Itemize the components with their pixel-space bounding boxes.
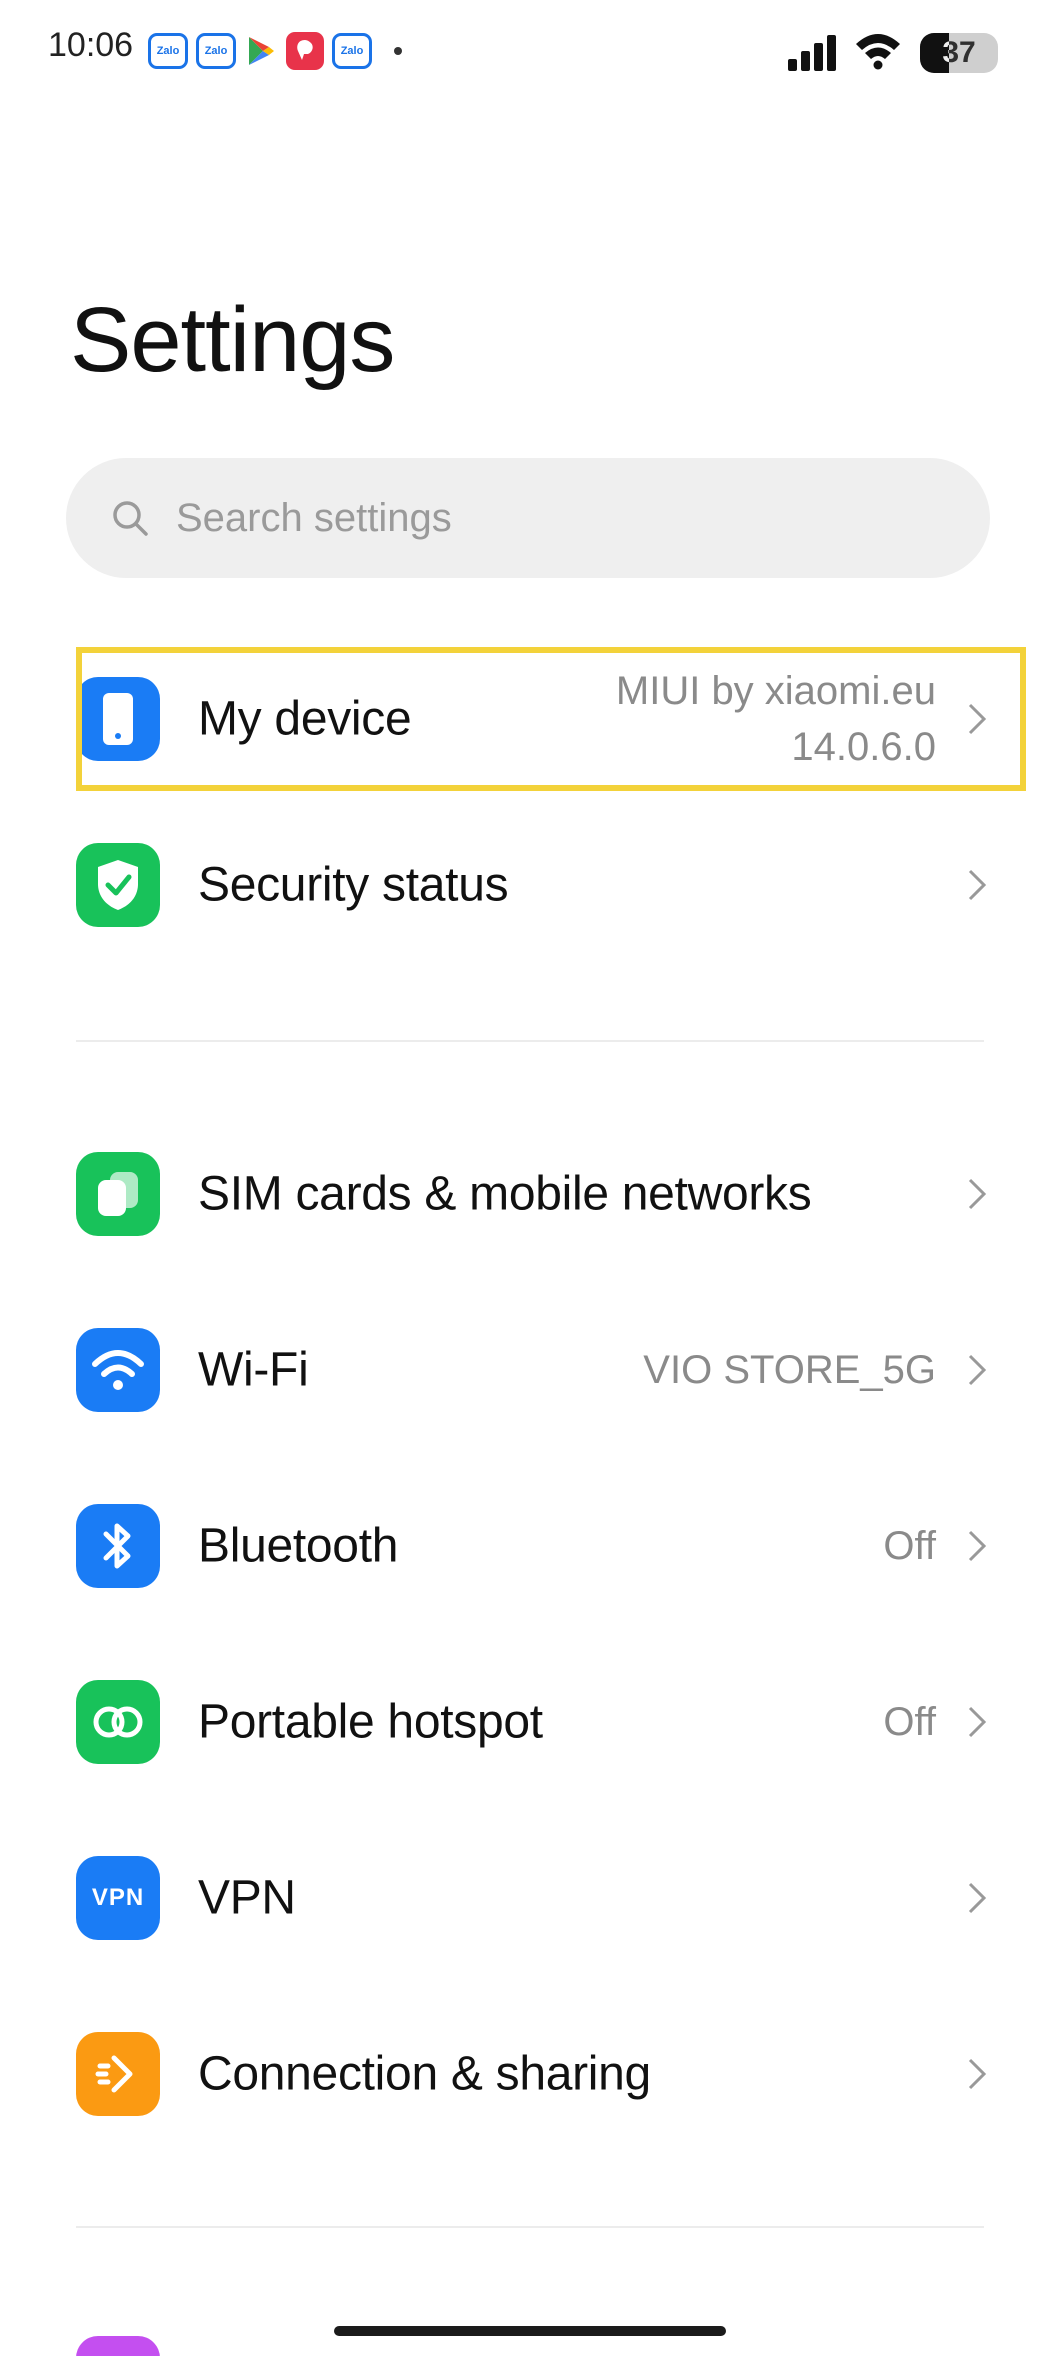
zalo-icon: Zalo xyxy=(332,33,372,69)
chevron-right-icon xyxy=(968,1530,987,1562)
chevron-right-icon xyxy=(968,1178,987,1210)
settings-item-portable-hotspot[interactable]: Portable hotspot Off xyxy=(0,1652,1060,1792)
vpn-icon: VPN xyxy=(76,1856,160,1940)
bluetooth-icon xyxy=(76,1504,160,1588)
wifi-status-icon xyxy=(854,30,902,75)
red-app-icon xyxy=(286,32,324,70)
settings-item-value: Off xyxy=(883,1700,936,1744)
settings-item-vpn[interactable]: VPN VPN xyxy=(0,1828,1060,1968)
sim-card-icon xyxy=(76,1152,160,1236)
settings-item-label: Bluetooth xyxy=(198,1519,399,1573)
settings-item-label: SIM cards & mobile networks xyxy=(198,1167,812,1221)
chevron-right-icon xyxy=(968,2058,987,2090)
settings-item-connection-sharing[interactable]: Connection & sharing xyxy=(0,2004,1060,2144)
status-time: 10:06 xyxy=(48,26,134,64)
settings-item-label: Wi-Fi xyxy=(198,1343,309,1397)
home-indicator[interactable] xyxy=(334,2326,726,2336)
shield-check-icon xyxy=(76,843,160,927)
settings-item-label: Security status xyxy=(198,858,509,912)
signal-icon xyxy=(788,34,836,71)
status-indicators: 37 xyxy=(788,30,998,75)
chevron-right-icon xyxy=(968,703,987,735)
chevron-right-icon xyxy=(968,1354,987,1386)
zalo-icon: Zalo xyxy=(196,33,236,69)
settings-item-bluetooth[interactable]: Bluetooth Off xyxy=(0,1476,1060,1616)
settings-item-my-device[interactable]: My device MIUI by xiaomi.eu 14.0.6.0 xyxy=(0,649,1060,789)
settings-item-value: VIO STORE_5G xyxy=(643,1348,936,1392)
battery-icon: 37 xyxy=(920,32,998,73)
phone-icon xyxy=(76,677,160,761)
settings-item-label: VPN xyxy=(198,1871,296,1925)
more-notifications-dot xyxy=(394,47,402,55)
play-store-icon xyxy=(244,34,278,68)
zalo-icon: Zalo xyxy=(148,33,188,69)
settings-item-security-status[interactable]: Security status xyxy=(0,815,1060,955)
settings-item-label: My device xyxy=(198,692,412,746)
section-divider xyxy=(76,2226,984,2228)
search-bar[interactable] xyxy=(66,458,990,578)
settings-item-sim-cards[interactable]: SIM cards & mobile networks xyxy=(0,1124,1060,1264)
notification-icons: Zalo Zalo Zalo xyxy=(148,32,402,70)
settings-item-label: Portable hotspot xyxy=(198,1695,543,1749)
settings-item-value: Off xyxy=(883,1524,936,1568)
chevron-right-icon xyxy=(968,869,987,901)
hotspot-icon xyxy=(76,1680,160,1764)
chevron-right-icon xyxy=(968,1882,987,1914)
connection-sharing-icon xyxy=(76,2032,160,2116)
settings-item-value: MIUI by xiaomi.eu 14.0.6.0 xyxy=(615,669,936,769)
section-divider xyxy=(76,1040,984,1042)
wifi-icon xyxy=(76,1328,160,1412)
vpn-icon-text: VPN xyxy=(91,1884,145,1911)
battery-level-text: 37 xyxy=(942,35,976,69)
page-title: Settings xyxy=(70,289,395,391)
next-item-icon xyxy=(76,2336,160,2356)
settings-item-wifi[interactable]: Wi-Fi VIO STORE_5G xyxy=(0,1300,1060,1440)
search-input[interactable] xyxy=(176,495,936,541)
chevron-right-icon xyxy=(968,1706,987,1738)
search-icon xyxy=(113,501,148,536)
status-bar: 10:06 Zalo Zalo Zalo 37 xyxy=(0,0,1060,100)
settings-item-label: Connection & sharing xyxy=(198,2047,651,2101)
